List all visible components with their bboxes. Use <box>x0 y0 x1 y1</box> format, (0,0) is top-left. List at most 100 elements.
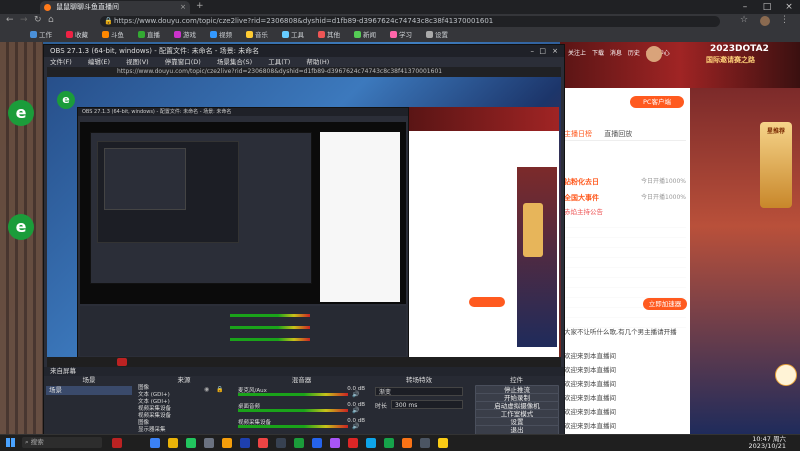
taskbar-app-icon[interactable] <box>420 438 430 448</box>
tab-daily-rank[interactable]: 主播日榜 <box>564 130 592 138</box>
taskbar-clock[interactable]: 10:47 周六 2023/10/21 <box>726 436 786 450</box>
speaker-icon[interactable]: 🔊 <box>352 391 359 398</box>
browser-toolbar: ← → ↻ ⌂ 🔒 https://www.douyu.com/topic/cz… <box>0 14 800 29</box>
close-icon[interactable]: × <box>552 45 558 57</box>
close-window-icon[interactable]: × <box>778 0 800 14</box>
mixer-panel: 混音器 麦克风/Aux 0.0 dB 桌面音频 0.0 dB 视频采集设备 0.… <box>234 376 370 435</box>
source-item[interactable]: 显示器采集 <box>138 427 171 434</box>
menu-tools[interactable]: 工具(T) <box>268 58 290 66</box>
browser-taskbar-icon[interactable] <box>294 438 304 448</box>
taskbar-app-icon[interactable] <box>438 438 448 448</box>
steam-icon[interactable] <box>240 438 250 448</box>
bookmark-item[interactable]: 游戏 <box>174 30 196 41</box>
reload-icon[interactable]: ↻ <box>34 15 42 25</box>
profile-avatar[interactable] <box>760 16 770 26</box>
gift-icon[interactable] <box>775 364 797 386</box>
minimize-icon[interactable]: – <box>734 0 756 14</box>
taskbar-search-input[interactable]: ⌕ 搜索 <box>22 437 102 448</box>
bookmark-item[interactable]: 学习 <box>390 30 412 41</box>
start-icon[interactable] <box>6 438 15 447</box>
pc-client-button[interactable]: PC客户端 <box>630 96 684 108</box>
source-item[interactable]: 文本 (GDI+) <box>138 399 171 406</box>
taskbar-app-icon[interactable] <box>402 438 412 448</box>
user-avatar[interactable] <box>646 46 662 62</box>
source-item[interactable]: 文本 (GDI+) <box>138 392 171 399</box>
nested-obs-level3 <box>97 141 239 243</box>
new-tab-button[interactable]: + <box>196 1 204 11</box>
menu-icon[interactable]: ⋮ <box>780 15 789 25</box>
back-icon[interactable]: ← <box>6 15 14 25</box>
menu-file[interactable]: 文件(F) <box>50 58 72 66</box>
announcement-area <box>564 218 686 328</box>
bookmark-item[interactable]: 音乐 <box>246 30 268 41</box>
taskbar-app-icon[interactable] <box>186 438 196 448</box>
menu-scene-collection[interactable]: 场景集合(S) <box>217 58 252 66</box>
obs-title: OBS 27.1.3 (64-bit, windows) - 配置文件: 未命名… <box>50 47 260 55</box>
source-item[interactable]: 视频采集设备 <box>138 413 171 420</box>
source-item[interactable]: 视频采集设备 <box>138 406 171 413</box>
home-icon[interactable]: ⌂ <box>48 15 54 25</box>
eye-icon[interactable]: ◉ <box>204 386 209 393</box>
taskbar-app-icon[interactable] <box>204 438 214 448</box>
nested-panels <box>80 306 406 356</box>
sweater-app-icon[interactable] <box>112 438 122 448</box>
obs-preview[interactable]: https://www.douyu.com/topic/cze2live?rid… <box>47 67 561 367</box>
taskbar-app-icon[interactable] <box>312 438 322 448</box>
duration-input[interactable]: 300 ms <box>391 400 463 409</box>
close-tab-icon[interactable]: × <box>180 1 186 14</box>
address-input[interactable]: 🔒 https://www.douyu.com/topic/cze2live?r… <box>100 16 720 27</box>
rank-row[interactable]: 全国大事件 今日开播1000% <box>564 192 686 204</box>
taskbar-app-icon[interactable] <box>330 438 340 448</box>
bookmark-item[interactable]: 新闻 <box>354 30 376 41</box>
taskbar-app-icon[interactable] <box>150 438 160 448</box>
bookmark-item[interactable]: 设置 <box>426 30 448 41</box>
top-icon[interactable]: 关注上 <box>568 50 586 57</box>
obs-dock-panels: 来自屏幕 场景 场景 来源 图像 文本 (GDI+) 文本 (GDI+) 视频采… <box>44 367 565 436</box>
taskbar-app-icon[interactable] <box>366 438 376 448</box>
speaker-icon[interactable]: 🔊 <box>352 407 359 414</box>
transition-select[interactable]: 渐变 <box>375 387 463 396</box>
maximize-icon[interactable]: □ <box>539 45 546 57</box>
taskbar-app-icon[interactable] <box>384 438 394 448</box>
bookmark-item[interactable]: 收藏 <box>66 30 88 41</box>
source-item[interactable]: 图像 <box>138 385 171 392</box>
scene-item[interactable]: 场景 <box>46 386 132 395</box>
menu-docks[interactable]: 停靠窗口(D) <box>165 58 201 66</box>
tab-replay[interactable]: 直播回放 <box>604 130 632 138</box>
speaker-icon[interactable]: 🔊 <box>352 423 359 430</box>
bookmark-item[interactable]: 斗鱼 <box>102 30 124 41</box>
bookmark-icon <box>102 31 109 38</box>
controls-panel: 控件 停止推流 开始录制 启动虚拟摄像机 工作室模式 设置 退出 <box>469 376 565 436</box>
obs-window: OBS 27.1.3 (64-bit, windows) - 配置文件: 未命名… <box>43 44 565 436</box>
bookmark-item[interactable]: 工作 <box>30 30 52 41</box>
star-icon[interactable]: ☆ <box>740 15 748 25</box>
rank-row[interactable]: 钻粉化去日 今日开播1000% <box>564 176 686 188</box>
bookmark-icon <box>246 31 253 38</box>
minimize-icon[interactable]: – <box>531 45 535 57</box>
maximize-icon[interactable]: □ <box>756 0 778 14</box>
folder-icon[interactable] <box>168 438 178 448</box>
top-icon[interactable]: 历史 <box>628 50 640 57</box>
rank-badge[interactable]: 星推荐 <box>760 122 792 208</box>
top-icon[interactable]: 消息 <box>610 50 622 57</box>
lock-icon[interactable]: 🔒 <box>216 386 223 393</box>
menu-help[interactable]: 帮助(H) <box>306 58 329 66</box>
source-item[interactable]: 图像 <box>138 420 171 427</box>
menu-edit[interactable]: 编辑(E) <box>88 58 110 66</box>
forward-icon[interactable]: → <box>20 15 28 25</box>
bookmark-item[interactable]: 视频 <box>210 30 232 41</box>
taskbar-app-icon[interactable] <box>222 438 232 448</box>
nested-obs-window: OBS 27.1.3 (64-bit, windows) - 配置文件: 未命名… <box>77 107 409 359</box>
bookmark-item[interactable]: 其他 <box>318 30 340 41</box>
bookmark-item[interactable]: 工具 <box>282 30 304 41</box>
browser-logo-icon: e <box>8 100 34 126</box>
speedup-button[interactable]: 立即加速器 <box>643 298 687 310</box>
taskbar-app-icon[interactable] <box>348 438 358 448</box>
taskbar-app-icon[interactable] <box>258 438 268 448</box>
obs-icon[interactable] <box>276 438 286 448</box>
menu-view[interactable]: 视图(V) <box>126 58 149 66</box>
browser-logo-icon: e <box>8 214 34 240</box>
bookmark-item[interactable]: 直播 <box>138 30 160 41</box>
browser-tab[interactable]: 鼠鼠聊聊斗鱼直播间 × <box>40 1 190 14</box>
top-icon[interactable]: 下载 <box>592 50 604 57</box>
